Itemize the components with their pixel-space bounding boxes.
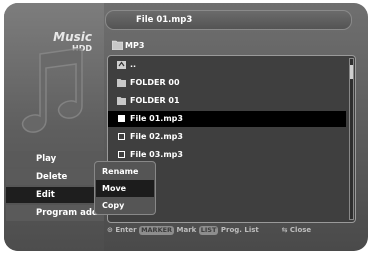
list-item-folder[interactable]: FOLDER 01 [108, 93, 346, 109]
folder-icon [117, 97, 126, 105]
scrollbar-thumb[interactable] [350, 65, 353, 79]
list-item-file[interactable]: File 01.mp3 [108, 111, 346, 127]
header-bar: File 01.mp3 [105, 10, 352, 30]
popup-item-move[interactable]: Move [96, 180, 154, 197]
music-menu-screen: Music HDD Play Delete Edit Program add F… [4, 3, 368, 251]
list-item-label: File 01.mp3 [130, 114, 183, 123]
menu-item-play[interactable]: Play [6, 151, 104, 167]
file-icon [118, 133, 125, 140]
footer-hints: ⊙ Enter MARKER Mark LIST Prog. List ⇆ Cl… [107, 226, 360, 240]
list-item-label: File 02.mp3 [130, 132, 183, 141]
menu-item-program-add[interactable]: Program add [6, 205, 104, 221]
list-item-label: FOLDER 00 [130, 78, 180, 87]
list-item-folder[interactable]: FOLDER 00 [108, 75, 346, 91]
mark-hint: Mark [176, 226, 197, 234]
parent-folder-icon [117, 61, 126, 69]
enter-icon: ⊙ [107, 226, 113, 234]
folder-icon [117, 79, 126, 87]
current-folder-label: MP3 [125, 41, 145, 50]
menu-item-delete[interactable]: Delete [6, 169, 104, 185]
list-item-label: .. [130, 60, 137, 69]
edit-popup-menu: Rename Move Copy [94, 161, 156, 215]
music-title: Music [53, 30, 92, 44]
popup-item-rename[interactable]: Rename [96, 163, 154, 180]
folder-icon [112, 40, 123, 50]
music-note-icon [21, 48, 83, 133]
list-item-up[interactable]: .. [108, 57, 346, 73]
marker-badge: MARKER [139, 226, 175, 235]
list-item-file[interactable]: File 02.mp3 [108, 129, 346, 145]
header-title: File 01.mp3 [136, 15, 193, 25]
popup-item-copy[interactable]: Copy [96, 197, 154, 214]
return-icon: ⇆ [281, 226, 288, 234]
prog-list-hint: Prog. List [220, 226, 259, 234]
scrollbar[interactable] [349, 58, 354, 220]
close-hint: Close [289, 226, 312, 234]
file-icon [118, 151, 125, 158]
file-icon [118, 115, 125, 122]
list-item-label: FOLDER 01 [130, 96, 180, 105]
enter-hint: Enter [115, 226, 137, 234]
menu-item-edit[interactable]: Edit [6, 187, 104, 203]
list-badge: LIST [198, 226, 219, 235]
left-panel: Music HDD Play Delete Edit Program add [4, 3, 104, 251]
